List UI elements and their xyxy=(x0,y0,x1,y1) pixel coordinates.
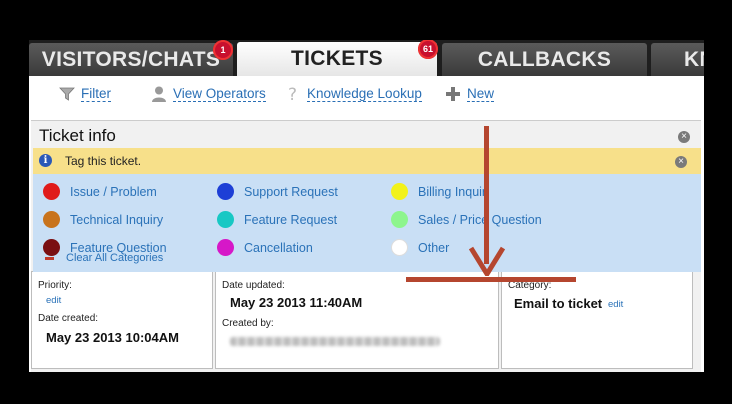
starburst-icon xyxy=(391,239,408,256)
category-label: Cancellation xyxy=(244,240,313,255)
tab-label: TICKETS xyxy=(291,47,383,70)
minus-icon xyxy=(45,256,54,260)
tab-label: VISITORS/CHATS xyxy=(41,47,221,71)
view-operators-label: View Operators xyxy=(173,86,266,102)
tag-popup: i Tag this ticket. × Issue / Problem Sup… xyxy=(33,148,701,272)
starburst-icon xyxy=(217,239,234,256)
category-other[interactable]: Other xyxy=(391,239,449,256)
close-icon[interactable]: × xyxy=(675,156,687,168)
filter-button[interactable]: Filter xyxy=(58,85,111,103)
date-updated-value: May 23 2013 11:40AM xyxy=(230,295,363,310)
tab-visitors-chats[interactable]: VISITORS/CHATS xyxy=(29,43,233,76)
category-support-request[interactable]: Support Request xyxy=(217,183,338,200)
knowledge-lookup-button[interactable]: ? Knowledge Lookup xyxy=(284,85,422,103)
category-label: Other xyxy=(418,240,450,255)
category-label: Billing Inquir xyxy=(418,184,487,199)
view-operators-button[interactable]: View Operators xyxy=(150,85,266,103)
toolbar: Filter View Operators ? Knowledge Lookup… xyxy=(29,76,704,116)
starburst-icon xyxy=(391,183,408,200)
category-feature-request[interactable]: Feature Request xyxy=(217,211,337,228)
priority-label: Priority: xyxy=(38,280,72,291)
tab-callbacks[interactable]: CALLBACKS xyxy=(442,43,647,76)
plus-icon xyxy=(444,85,462,103)
question-icon: ? xyxy=(284,85,302,103)
category-label: Technical Inquiry xyxy=(70,212,164,227)
category-issue-problem[interactable]: Issue / Problem xyxy=(43,183,157,200)
update-card: Date updated: May 23 2013 11:40AM Create… xyxy=(215,271,499,369)
category-billing-inquiry[interactable]: Billing Inquir xyxy=(391,183,486,200)
date-updated-label: Date updated: xyxy=(222,280,285,291)
filter-icon xyxy=(58,85,76,103)
category-label: Sales / Price Question xyxy=(418,212,542,227)
unread-badge: 1 xyxy=(213,40,233,60)
panel-title: Ticket info xyxy=(39,126,116,145)
date-created-value: May 23 2013 10:04AM xyxy=(46,330,179,345)
starburst-icon xyxy=(43,211,60,228)
annotation-arrow-head xyxy=(469,246,505,276)
priority-card: Priority: edit Date created: May 23 2013… xyxy=(31,271,213,369)
category-label: Issue / Problem xyxy=(70,184,157,199)
new-label: New xyxy=(467,86,495,102)
date-created-label: Date created: xyxy=(38,313,99,324)
category-edit-link[interactable]: edit xyxy=(608,299,623,310)
priority-edit-link[interactable]: edit xyxy=(46,295,61,306)
tag-prompt-bar: i Tag this ticket. × xyxy=(33,148,701,174)
info-icon: i xyxy=(39,154,52,167)
tab-bar: VISITORS/CHATS 1 TICKETS 61 CALLBACKS KN xyxy=(29,40,704,76)
filter-label: Filter xyxy=(81,86,111,102)
app-window: VISITORS/CHATS 1 TICKETS 61 CALLBACKS KN… xyxy=(29,40,704,372)
user-icon xyxy=(150,85,168,103)
new-button[interactable]: New xyxy=(444,85,495,103)
clear-all-categories-link[interactable]: Clear All Categories xyxy=(45,252,163,264)
annotation-arrow-shaft xyxy=(484,126,489,264)
close-icon[interactable]: × xyxy=(678,131,690,143)
svg-text:?: ? xyxy=(288,85,297,103)
tag-prompt-text: Tag this ticket. xyxy=(65,154,142,168)
starburst-icon xyxy=(391,211,408,228)
tab-label: KN xyxy=(684,47,704,71)
clear-all-label: Clear All Categories xyxy=(66,252,164,264)
starburst-icon xyxy=(43,183,60,200)
starburst-icon xyxy=(217,183,234,200)
ticket-info-panel: Ticket info × Priority: edit Date create… xyxy=(31,120,701,372)
category-sales-price-question[interactable]: Sales / Price Question xyxy=(391,211,542,228)
unread-badge: 61 xyxy=(418,40,438,59)
category-cancellation[interactable]: Cancellation xyxy=(217,239,313,256)
tab-kn[interactable]: KN xyxy=(651,43,704,76)
category-value: Email to ticket xyxy=(514,296,603,311)
knowledge-lookup-label: Knowledge Lookup xyxy=(307,86,422,102)
category-technical-inquiry[interactable]: Technical Inquiry xyxy=(43,211,163,228)
annotation-underline xyxy=(406,277,576,282)
tab-label: CALLBACKS xyxy=(477,47,612,71)
starburst-icon xyxy=(217,211,234,228)
category-label: Support Request xyxy=(244,184,338,199)
category-label: Feature Request xyxy=(244,212,338,227)
category-card: Category: Email to ticket edit xyxy=(501,271,693,369)
redacted-email xyxy=(230,337,440,346)
tab-tickets[interactable]: TICKETS xyxy=(237,42,437,76)
created-by-label: Created by: xyxy=(222,318,274,329)
